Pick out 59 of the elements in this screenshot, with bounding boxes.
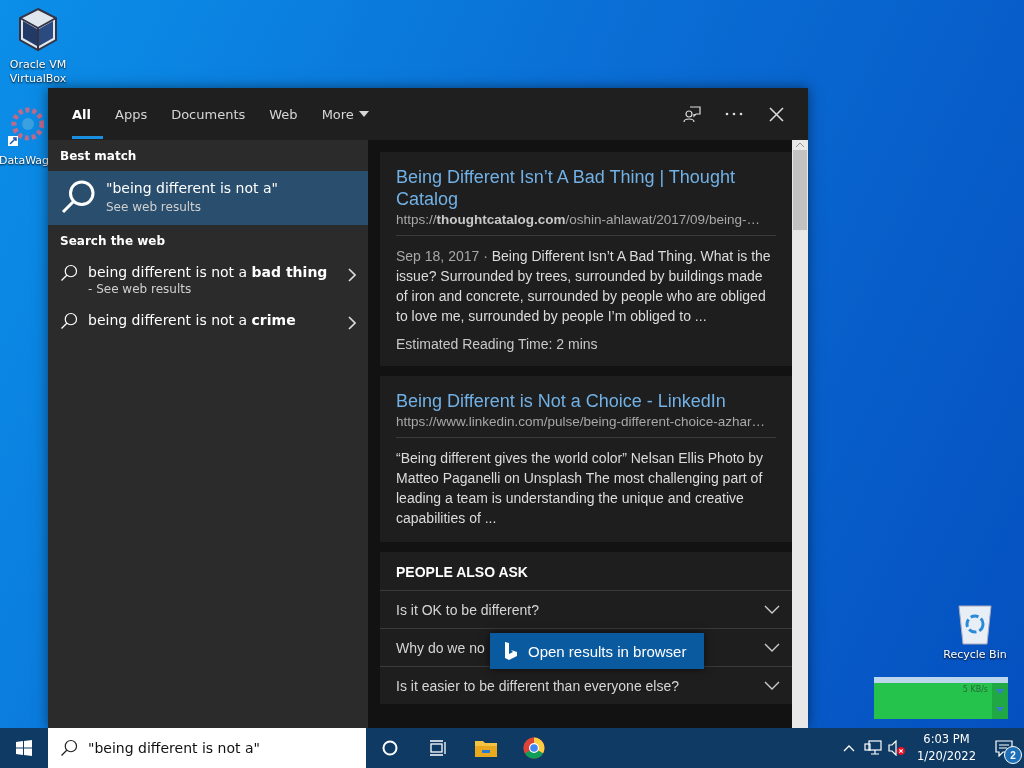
desktop-icon-label[interactable]: Recycle Bin xyxy=(943,648,1007,662)
circle-icon xyxy=(382,740,398,756)
best-match-subtitle: See web results xyxy=(106,200,203,214)
chrome-icon xyxy=(523,737,545,759)
notification-count: 2 xyxy=(1004,746,1022,764)
scrollbar[interactable] xyxy=(792,140,808,728)
reading-time: Estimated Reading Time: 2 mins xyxy=(396,336,599,352)
tab[interactable]: Web xyxy=(257,88,310,140)
best-match-title: "being different is not a" xyxy=(106,180,278,196)
chevron-icon xyxy=(764,605,780,614)
section-heading: PEOPLE ALSO ASK xyxy=(395,563,529,582)
b-logo-icon xyxy=(504,641,518,661)
chevron-right-icon xyxy=(348,316,356,330)
tab[interactable]: Documents xyxy=(159,88,258,140)
best-match-item[interactable]: "being different is not a" See web results xyxy=(48,171,368,225)
windows-logo-icon xyxy=(16,740,32,756)
question-item[interactable]: Is it OK to be different? xyxy=(380,590,792,628)
result-url: https://www.linkedin.com/pulse/being-different-choice-azhar… xyxy=(396,414,776,438)
open-in-browser-toast[interactable]: Open results in browser xyxy=(490,633,705,669)
tab[interactable]: More xyxy=(309,88,381,140)
caret-icon xyxy=(358,111,369,117)
search-icon xyxy=(60,264,78,282)
network-icon xyxy=(864,740,883,756)
suggestion-text: being different is not a bad thing xyxy=(88,264,329,280)
taskbar-search-box[interactable]: "being different is not a" xyxy=(48,728,366,768)
result-title-link[interactable]: Being Different is Not a Choice - LinkedIn xyxy=(396,390,776,412)
section-heading: Best match xyxy=(59,148,138,165)
notification-button[interactable]: 2 xyxy=(984,728,1024,768)
search-suggestion[interactable]: being different is not a crime xyxy=(48,304,368,338)
search-suggestion[interactable]: being different is not a bad thing - See web results xyxy=(48,256,368,304)
close-icon xyxy=(768,106,784,122)
suggestion-subtitle: - See web results xyxy=(88,282,193,296)
search-icon xyxy=(60,312,78,330)
folder-icon xyxy=(475,739,497,757)
tab[interactable]: All xyxy=(60,88,103,140)
chevron-up-icon xyxy=(843,744,856,752)
chevron-icon xyxy=(764,681,780,690)
desktop-icon-label[interactable]: DataWag xyxy=(0,154,50,168)
task-view-icon xyxy=(429,740,447,756)
network-speed-reading: 5 KB/s xyxy=(961,684,989,696)
chevron-icon xyxy=(764,643,780,652)
suggestion-text: being different is not a crime xyxy=(88,312,297,328)
search-icon xyxy=(60,739,78,757)
scrollbar-thumb[interactable] xyxy=(793,150,807,230)
search-input[interactable]: "being different is not a" xyxy=(88,740,366,756)
result-title-link[interactable]: Being Different Isn’t A Bad Thing | Thought Catalog xyxy=(396,166,776,210)
scroll-up-icon xyxy=(795,140,805,150)
ellipsis-icon xyxy=(725,112,743,116)
result-url: https://thoughtcatalog.com/oshin-ahlawat/2017/09/being-… xyxy=(396,212,776,236)
tab[interactable]: Apps xyxy=(103,88,160,140)
result-snippet: Sep 18, 2017 · Being Different Isn’t A Bad Thing. What is the issue? Surrounded by trees, surrounded by buildings made of iron and concrete, surrounded by people who are obliged to love me, surrounded by people I’m obliged to ... xyxy=(396,247,772,326)
result-snippet: “Being different gives the world color” Nelsan Ellis Photo by Matteo Paganelli on Unsplash The most challenging part of leading a team is understanding the unique and creative capabilities of ... xyxy=(396,449,765,528)
chevron-right-icon xyxy=(348,268,356,282)
clock[interactable]: 6:03 PM 1/20/2022 xyxy=(909,731,984,765)
recycle-bin-icon xyxy=(955,602,995,646)
desktop-icon-label[interactable]: Oracle VM VirtualBox xyxy=(0,58,76,86)
section-heading: Search the web xyxy=(59,233,167,250)
person-speech-icon xyxy=(683,105,701,123)
search-icon xyxy=(60,179,96,215)
